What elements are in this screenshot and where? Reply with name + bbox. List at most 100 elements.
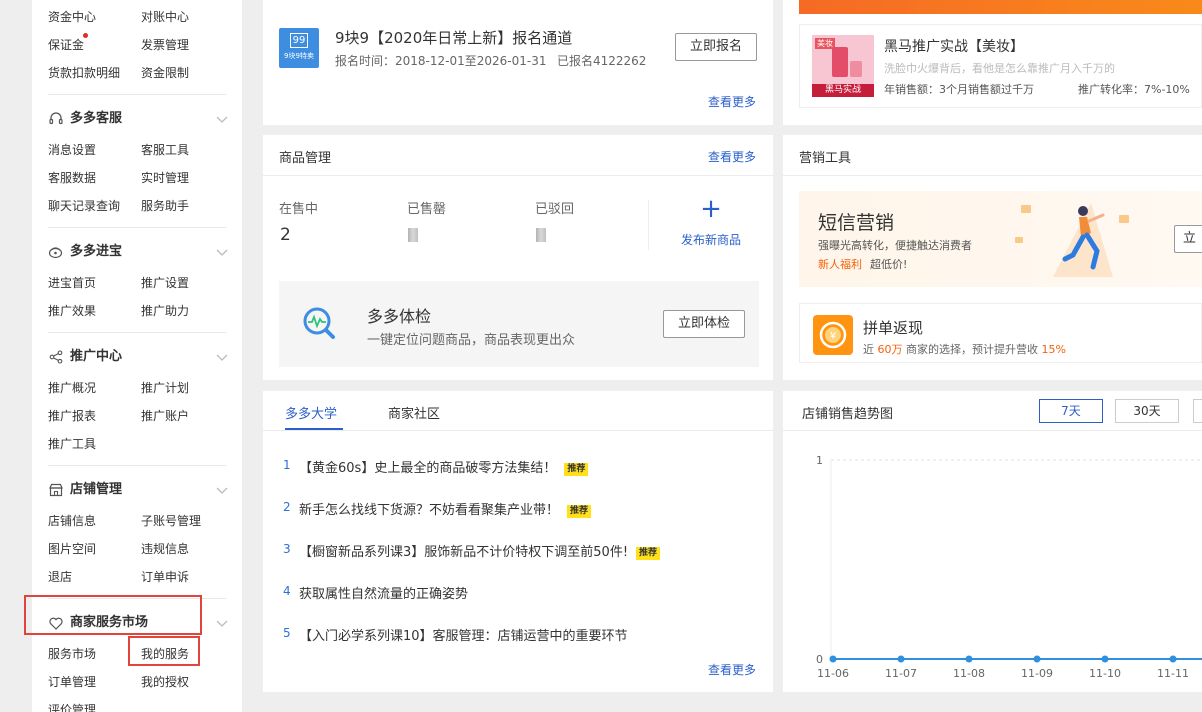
- section-title: 多多客服: [70, 111, 123, 126]
- on-sale-value[interactable]: 2: [280, 225, 291, 245]
- sidebar-item-my-authorization[interactable]: 我的授权: [141, 674, 189, 690]
- list-item[interactable]: 1 【黄金60s】史上最全的商品破零方法集结！ 推荐: [263, 458, 773, 476]
- rejected-value-blurred: [536, 228, 546, 242]
- data-point: [1101, 655, 1109, 663]
- health-check-title: 多多体检: [367, 307, 432, 326]
- sidebar-item-store-info[interactable]: 店铺信息: [48, 513, 96, 529]
- sidebar-item-promo-report[interactable]: 推广报表: [48, 408, 96, 424]
- sidebar-item-realtime-manage[interactable]: 实时管理: [141, 170, 189, 186]
- svg-text:¥: ¥: [830, 331, 836, 342]
- signup-button[interactable]: 立即报名: [675, 33, 757, 61]
- sidebar-item-service-market[interactable]: 服务市场: [48, 646, 96, 662]
- sidebar-item-promo-account[interactable]: 推广账户: [141, 408, 189, 424]
- plus-icon: +: [700, 194, 722, 224]
- sidebar-item-subaccount[interactable]: 子账号管理: [141, 513, 201, 529]
- list-item[interactable]: 2 新手怎么找线下货源？不妨看看聚集产业带！ 推荐: [263, 500, 773, 518]
- sidebar-item-invoice[interactable]: 发票管理: [141, 37, 189, 53]
- promo-stat-sales: 年销售额：3个月销售额过千万: [884, 83, 1034, 96]
- cashback-desc: 近 60万 商家的选择，预计提升营收 15%: [863, 341, 1066, 357]
- signup-more-link[interactable]: 查看更多: [708, 93, 756, 110]
- publish-goods-button[interactable]: + 发布新商品: [661, 195, 761, 251]
- headset-icon: [48, 112, 63, 127]
- cosmetic-bottle-icon: [832, 47, 848, 77]
- list-item-text: 【橱窗新品系列课3】服饰新品不计价特权下调至前50件! 推荐: [299, 541, 661, 560]
- list-item-text: 获取属性自然流量的正确姿势: [299, 587, 469, 602]
- sidebar-item-service-data[interactable]: 客服数据: [48, 170, 96, 186]
- chevron-down-icon[interactable]: [216, 249, 228, 257]
- university-more-link[interactable]: 查看更多: [708, 661, 756, 678]
- list-item[interactable]: 3 【橱窗新品系列课3】服饰新品不计价特权下调至前50件! 推荐: [263, 542, 773, 560]
- list-item[interactable]: 5 【入门必学系列课10】客服管理：店铺运营中的重要环节: [263, 626, 773, 644]
- sidebar-item-order-appeal[interactable]: 订单申诉: [141, 569, 189, 585]
- section-title: 店铺管理: [70, 482, 123, 497]
- x-tick-label: 11-08: [953, 667, 985, 680]
- sidebar-item-promo-overview[interactable]: 推广概况: [48, 380, 96, 396]
- sidebar-item-review-management[interactable]: 评价管理: [48, 702, 96, 712]
- sidebar-item-order-management[interactable]: 订单管理: [48, 674, 96, 690]
- data-point: [829, 655, 837, 663]
- chevron-down-icon[interactable]: [216, 116, 228, 124]
- chevron-down-icon[interactable]: [216, 620, 228, 628]
- sms-button[interactable]: 立: [1174, 225, 1202, 253]
- cosmetic-jar-icon: [850, 61, 862, 77]
- sidebar-item-fund-center[interactable]: 资金中心: [48, 9, 96, 25]
- signup-card: 99 9块9特卖 9块9【2020年日常上新】报名通道 报名时间：2018-12…: [263, 0, 773, 125]
- list-item[interactable]: 4 获取属性自然流量的正确姿势: [263, 584, 773, 602]
- section-title: 多多进宝: [70, 244, 123, 259]
- sms-marketing-panel[interactable]: 短信营销 强曝光高转化，便捷触达消费者 新人福利 超低价! 立: [799, 191, 1202, 287]
- y-tick-label: 0: [816, 653, 823, 666]
- sidebar-item-promo-settings[interactable]: 推广设置: [141, 275, 189, 291]
- sidebar-item-promo-tools[interactable]: 推广工具: [48, 436, 96, 452]
- list-item-title: 【橱窗新品系列课3】服饰新品不计价特权下调至前50件!: [299, 545, 629, 560]
- sidebar-item-violations[interactable]: 违规信息: [141, 541, 189, 557]
- section-customer-service[interactable]: 多多客服: [48, 110, 122, 128]
- tab-merchant-community[interactable]: 商家社区: [388, 403, 440, 422]
- divider: [48, 227, 226, 228]
- signup-title[interactable]: 9块9【2020年日常上新】报名通道: [335, 27, 572, 48]
- list-item-number: 3: [283, 542, 291, 556]
- list-item-text: 新手怎么找线下货源？不妨看看聚集产业带！ 推荐: [299, 499, 592, 518]
- range-more-button[interactable]: [1193, 399, 1202, 423]
- logo-caption: 9块9特卖: [284, 52, 314, 60]
- highlight-box-service-market: [24, 595, 202, 635]
- data-point: [897, 655, 905, 663]
- sidebar-item-image-space[interactable]: 图片空间: [48, 541, 96, 557]
- recommend-badge: 推荐: [636, 547, 661, 560]
- promo-banner-strip: [799, 0, 1202, 14]
- sms-desc: 强曝光高转化，便捷触达消费者: [818, 239, 972, 252]
- tab-duoduo-university[interactable]: 多多大学: [285, 403, 337, 422]
- health-check-desc: 一键定位问题商品，商品表现更出众: [367, 333, 576, 348]
- sidebar-item-deduction-detail[interactable]: 货款扣款明细: [48, 65, 120, 81]
- sidebar-item-deposit[interactable]: 保证金: [48, 37, 84, 53]
- divider: [783, 175, 1202, 176]
- cashback-panel[interactable]: ¥ 拼单返现 近 60万 商家的选择，预计提升营收 15%: [799, 303, 1202, 363]
- sidebar-item-fund-limit[interactable]: 资金限制: [141, 65, 189, 81]
- sidebar-item-chat-history[interactable]: 聊天记录查询: [48, 198, 120, 214]
- section-store-management[interactable]: 店铺管理: [48, 481, 122, 499]
- section-promo-center[interactable]: 推广中心: [48, 348, 122, 366]
- sidebar-item-jinbao-home[interactable]: 进宝首页: [48, 275, 96, 291]
- range-7-days-button[interactable]: 7天: [1039, 399, 1103, 423]
- promo-title[interactable]: 黑马推广实战【美妆】: [884, 36, 1024, 56]
- section-duoduo-jinbao[interactable]: 多多进宝: [48, 243, 122, 261]
- chevron-down-icon[interactable]: [216, 487, 228, 495]
- x-tick-label: 11-07: [885, 667, 917, 680]
- goods-more-link[interactable]: 查看更多: [708, 148, 756, 165]
- health-check-button[interactable]: 立即体检: [663, 310, 745, 338]
- sidebar-item-message-settings[interactable]: 消息设置: [48, 142, 96, 158]
- cashback-icon: ¥: [813, 315, 853, 355]
- sidebar-item-reconciliation[interactable]: 对账中心: [141, 9, 189, 25]
- on-sale-label: 在售中: [279, 202, 319, 217]
- chevron-down-icon[interactable]: [216, 354, 228, 362]
- range-30-days-button[interactable]: 30天: [1115, 399, 1179, 423]
- sidebar-item-service-tools[interactable]: 客服工具: [141, 142, 189, 158]
- rejected-label: 已驳回: [535, 202, 575, 217]
- cashback-title: 拼单返现: [863, 319, 924, 337]
- sidebar-item-promo-plan[interactable]: 推广计划: [141, 380, 189, 396]
- sidebar-item-promo-effect[interactable]: 推广效果: [48, 303, 96, 319]
- list-item-text: 【黄金60s】史上最全的商品破零方法集结！ 推荐: [299, 457, 589, 476]
- sidebar-item-service-assistant[interactable]: 服务助手: [141, 198, 189, 214]
- sidebar-item-promo-boost[interactable]: 推广助力: [141, 303, 189, 319]
- promo-thumb[interactable]: 美妆 黑马实战: [812, 35, 874, 97]
- sidebar-item-close-store[interactable]: 退店: [48, 569, 72, 585]
